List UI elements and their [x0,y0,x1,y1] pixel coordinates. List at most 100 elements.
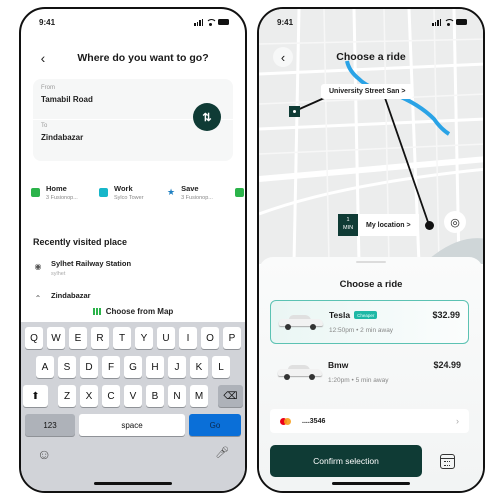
locate-me-button[interactable]: ◎ [444,211,466,233]
ride-option-tesla[interactable]: Tesla Cheaper 12:50pm • 2 min away $32.99 [270,300,469,344]
key-d[interactable]: D [80,356,98,378]
header: ‹ Where do you want to go? [21,43,245,73]
key-g[interactable]: G [124,356,142,378]
place-sub: 3 Fusionop... [46,195,78,201]
ride-name: Bmw [328,360,348,370]
wifi-icon [206,18,217,26]
sheet-handle[interactable] [356,261,386,263]
saved-place-save[interactable]: ★ Save 3 Fusionop... [167,184,227,201]
numbers-key[interactable]: 123 [25,414,75,436]
key-z[interactable]: Z [58,385,76,407]
key-a[interactable]: A [36,356,54,378]
key-j[interactable]: J [168,356,186,378]
ride-option-bmw[interactable]: Bmw 1:20pm • 5 min away $24.99 [270,351,469,395]
ride-name-text: Tesla [329,310,351,320]
key-k[interactable]: K [190,356,208,378]
choose-from-map-button[interactable]: Choose from Map [21,307,245,316]
recent-name: Zindabazar [51,291,91,300]
current-location-marker [425,221,434,230]
recent-title: Recently visited place [33,237,128,247]
key-l[interactable]: L [212,356,230,378]
key-x[interactable]: X [80,385,98,407]
backspace-key[interactable]: ⌫ [218,385,243,407]
key-c[interactable]: C [102,385,120,407]
key-i[interactable]: I [179,327,197,349]
choose-ride-screen: 9:41 ‹ Choose a ride University Street S… [257,7,485,493]
place-sub: Sylco Tower [114,195,144,201]
key-t[interactable]: T [113,327,131,349]
place-icon [235,188,244,197]
status-time: 9:41 [39,17,56,27]
keyboard-row: ASDFGHJKL [23,356,243,378]
recent-item[interactable]: ⌃ Zindabazar [33,291,233,304]
key-q[interactable]: Q [25,327,43,349]
keyboard-bottom-row: 123 space Go [23,414,243,436]
place-name: Work [114,184,133,193]
from-input[interactable]: Tamabil Road [41,95,183,104]
confirm-selection-button[interactable]: Confirm selection [270,445,422,477]
star-icon: ★ [167,187,176,197]
ride-name: Tesla Cheaper [329,310,378,320]
car-image [279,315,323,330]
map-icon [92,308,101,315]
status-icons [194,18,229,26]
swap-button[interactable]: ⇅ [193,103,221,131]
from-label: From [41,85,55,91]
key-u[interactable]: U [157,327,175,349]
crosshair-icon: ◎ [450,216,460,229]
key-w[interactable]: W [47,327,65,349]
location-pin-icon: ◉ [34,262,42,271]
keyboard-extras: ☺ 🎤︎ [23,436,243,462]
recent-name: Sylhet Railway Station [51,259,132,268]
recent-item[interactable]: ◉ Sylhet Railway Station sylhet [33,259,233,277]
letter-keys: ZXCVBNM [58,385,208,407]
sheet-title: Choose a ride [339,279,403,290]
saved-place-more[interactable] [235,184,245,201]
shift-key[interactable]: ⬆ [23,385,48,407]
my-location-label[interactable]: My location > [358,214,419,236]
route-card: From Tamabil Road To Zindabazar ⇅ [33,79,233,161]
key-n[interactable]: N [168,385,186,407]
card-number: ....3546 [302,417,326,425]
signal-icon [432,18,441,26]
key-v[interactable]: V [124,385,142,407]
saved-place-home[interactable]: Home 3 Fusionop... [31,184,91,201]
place-name: Save [181,184,199,193]
eta-badge: 1 MIN [338,214,358,236]
calendar-icon[interactable] [440,454,455,469]
to-input[interactable]: Zindabazar [41,133,183,142]
to-field[interactable]: To Zindabazar [41,123,183,142]
key-y[interactable]: Y [135,327,153,349]
battery-icon [218,19,229,25]
microphone-icon[interactable]: 🎤︎ [215,446,229,462]
eta-unit: MIN [342,224,354,231]
place-sub: 3 Fusionop... [181,195,213,201]
saved-place-work[interactable]: Work Sylco Tower [99,184,159,201]
emoji-icon[interactable]: ☺ [37,446,51,462]
back-button[interactable]: ‹ [273,47,293,67]
home-indicator [332,482,410,485]
battery-icon [456,19,467,25]
briefcase-icon [99,188,108,197]
key-s[interactable]: S [58,356,76,378]
key-o[interactable]: O [201,327,219,349]
key-p[interactable]: P [223,327,241,349]
key-m[interactable]: M [190,385,208,407]
back-button[interactable]: ‹ [33,48,53,68]
destination-label[interactable]: University Street San > [321,84,414,99]
from-field[interactable]: From Tamabil Road [41,85,183,104]
key-b[interactable]: B [146,385,164,407]
go-key[interactable]: Go [189,414,241,436]
payment-method-row[interactable]: ....3546 › [270,409,469,433]
mastercard-icon [280,417,292,425]
key-e[interactable]: E [69,327,87,349]
choose-map-label: Choose from Map [105,307,174,316]
keyboard-row: ⬆ ZXCVBNM ⌫ [23,385,243,407]
space-key[interactable]: space [79,414,185,436]
car-image [278,365,322,380]
key-f[interactable]: F [102,356,120,378]
key-h[interactable]: H [146,356,164,378]
route-line-b [383,94,430,226]
place-name: Home [46,184,67,193]
key-r[interactable]: R [91,327,109,349]
